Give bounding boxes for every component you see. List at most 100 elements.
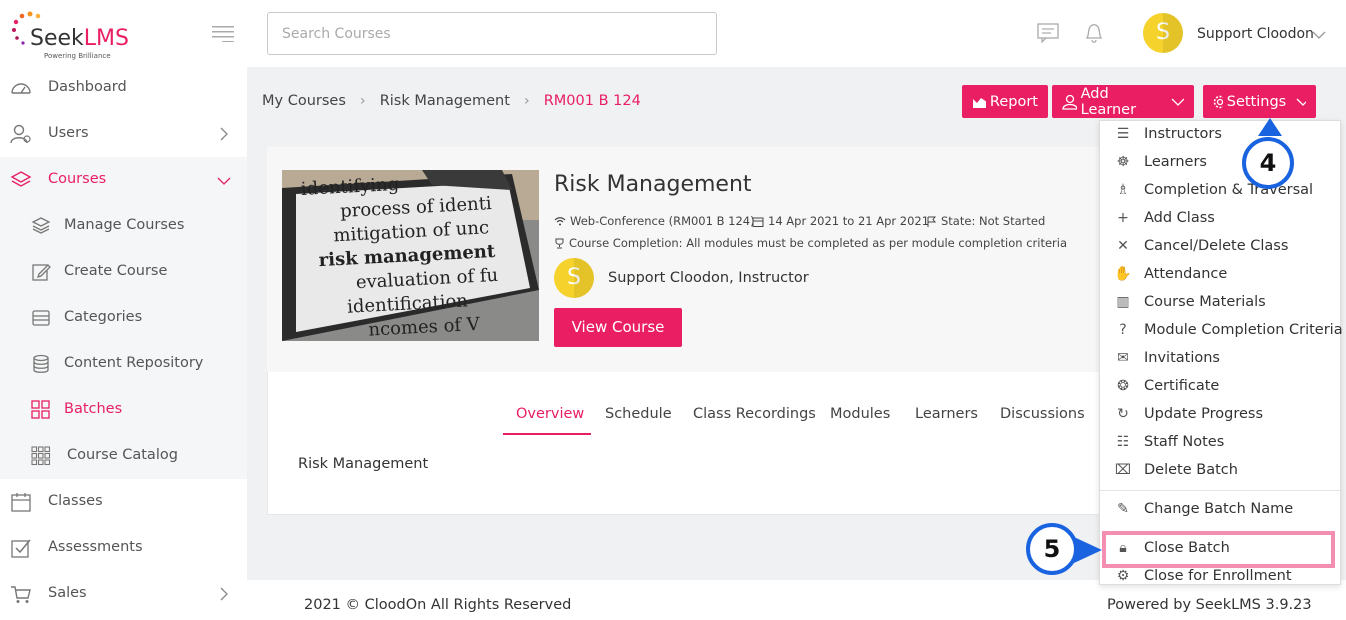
sidebar-item-create-course[interactable]: Create Course bbox=[0, 249, 247, 295]
chevron-right-icon bbox=[220, 127, 228, 141]
logo-text: SeekLMS bbox=[30, 26, 129, 51]
tab-learners[interactable]: Learners bbox=[915, 406, 978, 422]
enrollment-icon: ⚙ bbox=[1116, 568, 1130, 584]
sidebar-item-manage-courses[interactable]: Manage Courses bbox=[0, 203, 247, 249]
menu-item-label: Certificate bbox=[1144, 378, 1220, 394]
report-button[interactable]: Report bbox=[962, 85, 1048, 118]
menu-item-add-class[interactable]: + Add Class bbox=[1114, 210, 1215, 226]
layers-icon bbox=[10, 171, 32, 187]
menu-item-instructors[interactable]: ☰ Instructors bbox=[1114, 126, 1222, 142]
menu-item-label: Invitations bbox=[1144, 350, 1220, 366]
breadcrumb-my-courses[interactable]: My Courses bbox=[262, 93, 346, 109]
menu-item-label: Change Batch Name bbox=[1144, 501, 1294, 517]
trophy-icon bbox=[555, 238, 564, 248]
learners-icon: ☸ bbox=[1116, 154, 1130, 170]
tab-schedule[interactable]: Schedule bbox=[605, 406, 672, 422]
sidebar-item-label: Create Course bbox=[64, 263, 168, 279]
menu-item-close-for-enrollment[interactable]: ⚙ Close for Enrollment bbox=[1114, 568, 1292, 584]
sidebar-item-classes[interactable]: Classes bbox=[0, 479, 247, 525]
breadcrumb-separator-icon: › bbox=[523, 93, 530, 109]
sidebar-item-label: Dashboard bbox=[48, 79, 127, 95]
add-learner-button-label: Add Learner bbox=[1080, 85, 1137, 118]
sidebar-item-users[interactable]: Users bbox=[0, 111, 247, 157]
sidebar-item-course-catalog[interactable]: Course Catalog bbox=[0, 433, 247, 479]
footer-powered-by: Powered by SeekLMS 3.9.23 bbox=[1107, 597, 1312, 613]
menu-item-completion-traversal[interactable]: ♗ Completion & Traversal bbox=[1114, 182, 1313, 198]
menu-item-course-materials[interactable]: ▥ Course Materials bbox=[1114, 294, 1265, 310]
active-tab-indicator bbox=[503, 433, 591, 435]
chevron-right-icon bbox=[220, 587, 228, 601]
menu-item-label: Add Class bbox=[1144, 210, 1215, 226]
sidebar-item-sales[interactable]: Sales bbox=[0, 571, 247, 617]
courses-submenu: Manage Courses Create Course Categories … bbox=[0, 203, 247, 479]
tab-overview[interactable]: Overview bbox=[516, 406, 584, 422]
menu-item-module-completion-criteria[interactable]: ? Module Completion Criteria bbox=[1114, 322, 1342, 338]
chart-icon bbox=[973, 97, 986, 108]
menu-item-cancel-delete-class[interactable]: ✕ Cancel/Delete Class bbox=[1114, 238, 1288, 254]
menu-item-attendance[interactable]: ✋ Attendance bbox=[1114, 266, 1227, 282]
user-name[interactable]: Support Cloodon bbox=[1197, 26, 1314, 42]
sidebar-item-label: Sales bbox=[48, 585, 87, 601]
messages-icon[interactable] bbox=[1037, 23, 1059, 43]
cart-icon bbox=[11, 586, 31, 603]
menu-divider bbox=[1100, 490, 1340, 491]
categories-icon bbox=[32, 310, 50, 326]
breadcrumb-risk-management[interactable]: Risk Management bbox=[380, 93, 510, 109]
course-state-text: State: Not Started bbox=[941, 214, 1046, 228]
notifications-bell-icon[interactable] bbox=[1083, 22, 1105, 44]
chevron-down-icon bbox=[1171, 98, 1184, 106]
sidebar-item-label: Content Repository bbox=[64, 355, 204, 371]
sidebar-item-dashboard[interactable]: Dashboard bbox=[0, 65, 247, 111]
user-icon bbox=[1062, 94, 1077, 110]
menu-item-staff-notes[interactable]: ☷ Staff Notes bbox=[1114, 434, 1225, 450]
flag-icon bbox=[927, 216, 937, 227]
footer-copyright: 2021 © CloodOn All Rights Reserved bbox=[304, 597, 572, 613]
sidebar-item-label: Users bbox=[48, 125, 89, 141]
calendar-icon bbox=[752, 217, 764, 227]
menu-item-change-batch-name[interactable]: ✎ Change Batch Name bbox=[1114, 501, 1293, 517]
menu-item-label: Instructors bbox=[1144, 126, 1222, 142]
menu-item-certificate[interactable]: ❂ Certificate bbox=[1114, 378, 1219, 394]
refresh-icon: ↻ bbox=[1117, 406, 1129, 422]
grid-icon bbox=[31, 400, 50, 419]
course-state: State: Not Started bbox=[927, 214, 1045, 228]
tab-discussions[interactable]: Discussions bbox=[1000, 406, 1085, 422]
course-type-text: Web-Conference (RM001 B 124) bbox=[570, 214, 755, 228]
trash-icon: ⌧ bbox=[1114, 462, 1132, 478]
menu-item-label: Delete Batch bbox=[1144, 462, 1238, 478]
sidebar-item-batches[interactable]: Batches bbox=[0, 387, 247, 433]
menu-item-label: Cancel/Delete Class bbox=[1144, 238, 1289, 254]
sidebar-item-assessments[interactable]: Assessments bbox=[0, 525, 247, 571]
add-learner-button[interactable]: Add Learner bbox=[1052, 85, 1194, 118]
user-avatar[interactable]: S bbox=[1143, 13, 1183, 53]
settings-button[interactable]: Settings bbox=[1203, 85, 1316, 118]
chevron-down-icon[interactable] bbox=[1312, 30, 1326, 40]
menu-toggle-icon[interactable] bbox=[212, 26, 234, 42]
step-5-marker: 5 bbox=[1026, 523, 1078, 575]
menu-item-invitations[interactable]: ✉ Invitations bbox=[1114, 350, 1220, 366]
breadcrumb-current: RM001 B 124 bbox=[543, 93, 641, 109]
menu-item-learners[interactable]: ☸ Learners bbox=[1114, 154, 1207, 170]
wifi-icon bbox=[554, 217, 566, 226]
users-icon bbox=[10, 124, 31, 144]
sidebar-item-label: Batches bbox=[64, 401, 123, 417]
menu-item-close-batch[interactable]: 🔒︎ Close Batch bbox=[1114, 540, 1230, 556]
tab-modules[interactable]: Modules bbox=[830, 406, 890, 422]
sidebar-item-courses[interactable]: Courses bbox=[0, 157, 247, 203]
edit-icon bbox=[32, 264, 51, 281]
gear-icon bbox=[1213, 95, 1223, 108]
report-button-label: Report bbox=[989, 93, 1038, 110]
seeklms-logo[interactable]: SeekLMS Powering Brilliance bbox=[10, 10, 140, 62]
close-icon: ✕ bbox=[1117, 238, 1129, 254]
menu-item-label: Update Progress bbox=[1144, 406, 1264, 422]
menu-item-delete-batch[interactable]: ⌧ Delete Batch bbox=[1114, 462, 1238, 478]
menu-item-update-progress[interactable]: ↻ Update Progress bbox=[1114, 406, 1263, 422]
tab-class-recordings[interactable]: Class Recordings bbox=[693, 406, 816, 422]
sidebar-item-content-repository[interactable]: Content Repository bbox=[0, 341, 247, 387]
materials-icon: ▥ bbox=[1116, 294, 1130, 310]
view-course-button[interactable]: View Course bbox=[554, 308, 682, 347]
sidebar-item-label: Courses bbox=[48, 171, 107, 187]
sidebar-item-categories[interactable]: Categories bbox=[0, 295, 247, 341]
instructor-name: Support Cloodon, Instructor bbox=[608, 270, 809, 286]
search-input[interactable] bbox=[267, 12, 717, 55]
